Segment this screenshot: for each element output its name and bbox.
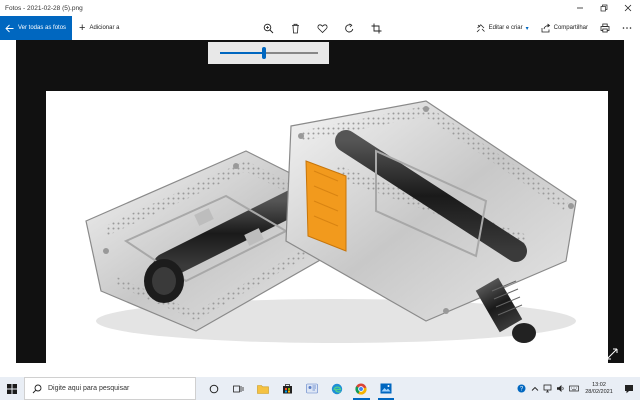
folder-icon xyxy=(257,384,270,394)
edit-create-label: Editar e criar xyxy=(488,25,523,31)
toolbar-right: Editar e criar ▾ Compartilhar xyxy=(476,16,640,40)
photos-taskbar-button[interactable] xyxy=(374,377,399,400)
windows-logo-icon xyxy=(7,383,17,394)
plus-icon: + xyxy=(79,21,86,34)
zoom-slider-fill xyxy=(219,52,264,54)
task-view-button[interactable] xyxy=(202,377,227,400)
maximize-button[interactable] xyxy=(592,0,616,16)
clock-date: 28/02/2021 xyxy=(585,388,613,395)
edit-create-icon xyxy=(476,24,485,33)
store-icon xyxy=(283,384,293,394)
file-explorer-button[interactable] xyxy=(251,377,276,400)
more-icon xyxy=(622,27,632,29)
task-view-icon xyxy=(233,385,244,392)
chevron-down-icon: ▾ xyxy=(525,25,529,32)
print-button[interactable] xyxy=(600,23,610,33)
search-icon xyxy=(32,384,42,393)
more-options-button[interactable] xyxy=(622,23,632,33)
favorite-icon xyxy=(317,23,327,33)
teams-button[interactable] xyxy=(300,377,325,400)
language-button[interactable] xyxy=(567,377,580,400)
clock[interactable]: 13:02 28/02/2021 xyxy=(580,382,618,396)
share-icon xyxy=(541,23,550,33)
start-button[interactable] xyxy=(0,377,24,400)
delete-button[interactable] xyxy=(289,22,301,34)
toolbar: Ver todas as fotos + Adicionar a Editar … xyxy=(0,16,640,40)
zoom-slider-panel xyxy=(208,42,329,64)
delete-icon xyxy=(291,23,299,33)
store-button[interactable] xyxy=(276,377,301,400)
see-all-photos-button[interactable]: Ver todas as fotos xyxy=(0,16,72,40)
share-label: Compartilhar xyxy=(553,25,588,31)
edit-create-button[interactable]: Editar e criar ▾ xyxy=(476,23,529,33)
minimize-icon xyxy=(577,7,583,9)
minimize-button[interactable] xyxy=(568,0,592,16)
network-icon xyxy=(543,384,552,393)
restore-icon xyxy=(600,4,608,12)
bicycle-pedals-image xyxy=(46,91,608,363)
photos-app-window: Fotos - 2021-02-28 (5).png Ver todas as … xyxy=(0,0,640,400)
keyboard-icon xyxy=(568,385,579,392)
cortana-icon xyxy=(209,384,219,393)
clock-time: 13:02 xyxy=(592,381,606,388)
teams-icon xyxy=(306,383,319,394)
image-canvas xyxy=(16,40,624,363)
crop-button[interactable] xyxy=(370,22,382,34)
edge-icon xyxy=(331,383,342,394)
edge-button[interactable] xyxy=(325,377,350,400)
close-icon xyxy=(624,4,632,12)
action-center-button[interactable] xyxy=(618,377,640,400)
network-button[interactable] xyxy=(541,377,554,400)
rotate-button[interactable] xyxy=(343,22,355,34)
add-to-button[interactable]: + Adicionar a xyxy=(79,21,120,34)
zoom-button[interactable] xyxy=(262,22,274,34)
help-icon: ? xyxy=(517,384,526,393)
windows-taskbar: Digite aqui para pesquisar ? 13:02 28/02… xyxy=(0,377,640,400)
rotate-icon xyxy=(344,22,353,32)
volume-button[interactable] xyxy=(554,377,567,400)
chevron-up-icon xyxy=(531,386,538,391)
system-tray: ? 13:02 28/02/2021 xyxy=(515,377,640,400)
share-button[interactable]: Compartilhar xyxy=(541,23,588,33)
close-button[interactable] xyxy=(616,0,640,16)
image-tools xyxy=(262,16,382,40)
crop-icon xyxy=(371,23,381,33)
photo-image xyxy=(46,91,608,363)
fit-to-window-button[interactable] xyxy=(606,347,618,360)
print-icon xyxy=(600,23,610,33)
zoom-icon xyxy=(263,23,273,33)
zoom-slider-thumb[interactable] xyxy=(261,47,266,59)
notification-icon xyxy=(625,384,633,393)
photo-viewer xyxy=(0,40,640,377)
search-placeholder: Digite aqui para pesquisar xyxy=(48,385,130,392)
back-arrow-icon xyxy=(5,24,14,32)
window-title: Fotos - 2021-02-28 (5).png xyxy=(5,4,83,12)
photos-app-icon xyxy=(380,383,392,394)
chrome-icon xyxy=(355,383,367,395)
title-bar: Fotos - 2021-02-28 (5).png xyxy=(0,0,640,16)
see-all-photos-label: Ver todas as fotos xyxy=(18,25,67,31)
task-view-icon-button[interactable] xyxy=(227,377,252,400)
zoom-slider[interactable] xyxy=(219,47,318,59)
speaker-icon xyxy=(557,385,564,392)
favorite-button[interactable] xyxy=(316,22,328,34)
taskbar-apps xyxy=(202,377,398,400)
help-tray-button[interactable]: ? xyxy=(515,377,528,400)
add-to-label: Adicionar a xyxy=(89,25,120,31)
chrome-button[interactable] xyxy=(349,377,374,400)
hidden-icons-button[interactable] xyxy=(528,377,541,400)
taskbar-search-box[interactable]: Digite aqui para pesquisar xyxy=(24,377,196,400)
expand-icon xyxy=(606,348,618,360)
